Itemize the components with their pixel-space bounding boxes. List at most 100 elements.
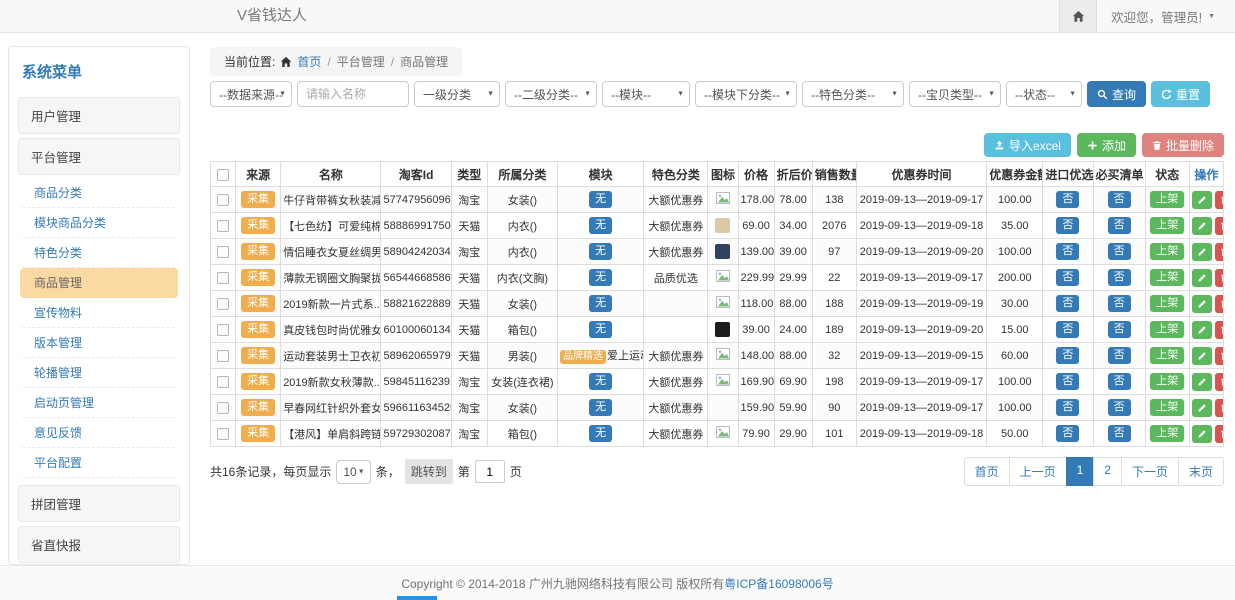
status-badge[interactable]: 上架 [1150, 321, 1184, 338]
batch-delete-button[interactable]: 批量删除 [1142, 133, 1224, 157]
module-badge[interactable]: 无 [589, 295, 612, 312]
sidebar-item[interactable]: 版本管理 [20, 328, 178, 358]
data-source-select[interactable]: --数据来源--▼ [210, 81, 292, 107]
must-buy-toggle[interactable]: 否 [1108, 295, 1131, 312]
row-checkbox[interactable] [217, 194, 229, 206]
must-buy-toggle[interactable]: 否 [1108, 425, 1131, 442]
edit-button[interactable] [1192, 347, 1212, 365]
sidebar-item[interactable]: 模块商品分类 [20, 208, 178, 238]
import-select-toggle[interactable]: 否 [1056, 399, 1079, 416]
delete-button[interactable] [1215, 269, 1224, 287]
delete-button[interactable] [1215, 217, 1224, 235]
user-menu[interactable]: 欢迎您，管理员! ▼ [1097, 0, 1235, 32]
name-search-input[interactable] [297, 81, 409, 107]
status-badge[interactable]: 上架 [1150, 347, 1184, 364]
module-badge[interactable]: 无 [589, 243, 612, 260]
must-buy-toggle[interactable]: 否 [1108, 373, 1131, 390]
module-badge[interactable]: 无 [589, 269, 612, 286]
status-badge[interactable]: 上架 [1150, 269, 1184, 286]
sidebar-section-header[interactable]: 拼团管理 [18, 485, 180, 522]
import-select-toggle[interactable]: 否 [1056, 425, 1079, 442]
delete-button[interactable] [1215, 373, 1224, 391]
row-checkbox[interactable] [217, 376, 229, 388]
delete-button[interactable] [1215, 347, 1224, 365]
sidebar-item[interactable]: 平台配置 [20, 448, 178, 478]
edit-button[interactable] [1192, 243, 1212, 261]
status-badge[interactable]: 上架 [1150, 217, 1184, 234]
sidebar-item[interactable]: 特色分类 [20, 238, 178, 268]
home-button[interactable] [1059, 0, 1097, 32]
import-select-toggle[interactable]: 否 [1056, 269, 1079, 286]
level2-category-select[interactable]: --二级分类--▼ [505, 81, 597, 107]
per-page-select[interactable]: 10 ▼ [336, 460, 370, 484]
status-select[interactable]: --状态--▼ [1006, 81, 1082, 107]
module-badge[interactable]: 品牌精选 [560, 350, 606, 364]
sidebar-item[interactable]: 商品管理 [20, 268, 178, 298]
jump-button[interactable]: 跳转到 [405, 459, 453, 484]
page-button[interactable]: 上一页 [1009, 457, 1067, 486]
module-badge[interactable]: 无 [589, 373, 612, 390]
level1-category-select[interactable]: 一级分类▼ [414, 81, 500, 107]
sidebar-item[interactable]: 轮播管理 [20, 358, 178, 388]
status-badge[interactable]: 上架 [1150, 295, 1184, 312]
delete-button[interactable] [1215, 399, 1224, 417]
page-button[interactable]: 2 [1093, 457, 1122, 486]
select-all-checkbox[interactable] [217, 169, 229, 181]
module-badge[interactable]: 无 [589, 191, 612, 208]
edit-button[interactable] [1192, 425, 1212, 443]
row-checkbox[interactable] [217, 246, 229, 258]
sidebar-item[interactable]: 商品分类 [20, 178, 178, 208]
sidebar-section-header[interactable]: 用户管理 [18, 97, 180, 134]
row-checkbox[interactable] [217, 220, 229, 232]
module-select[interactable]: --模块--▼ [602, 81, 690, 107]
row-checkbox[interactable] [217, 298, 229, 310]
breadcrumb-home-link[interactable]: 首页 [297, 53, 321, 70]
feature-category-select[interactable]: --特色分类--▼ [802, 81, 904, 107]
reset-button[interactable]: 重置 [1151, 81, 1210, 107]
import-select-toggle[interactable]: 否 [1056, 373, 1079, 390]
status-badge[interactable]: 上架 [1150, 425, 1184, 442]
page-button[interactable]: 1 [1066, 457, 1095, 486]
module-subcategory-select[interactable]: --模块下分类--▼ [695, 81, 797, 107]
status-badge[interactable]: 上架 [1150, 373, 1184, 390]
edit-button[interactable] [1192, 295, 1212, 313]
jump-page-input[interactable] [475, 460, 505, 483]
sidebar-item[interactable]: 意见反馈 [20, 418, 178, 448]
edit-button[interactable] [1192, 399, 1212, 417]
edit-button[interactable] [1192, 321, 1212, 339]
import-select-toggle[interactable]: 否 [1056, 191, 1079, 208]
edit-button[interactable] [1192, 269, 1212, 287]
import-select-toggle[interactable]: 否 [1056, 321, 1079, 338]
row-checkbox[interactable] [217, 402, 229, 414]
page-button[interactable]: 下一页 [1121, 457, 1179, 486]
edit-button[interactable] [1192, 217, 1212, 235]
import-select-toggle[interactable]: 否 [1056, 295, 1079, 312]
row-checkbox[interactable] [217, 350, 229, 362]
sidebar-item[interactable]: 宣传物料 [20, 298, 178, 328]
icp-link[interactable]: 粤ICP备16098006号 [724, 575, 833, 592]
page-button[interactable]: 末页 [1178, 457, 1224, 486]
delete-button[interactable] [1215, 191, 1224, 209]
import-select-toggle[interactable]: 否 [1056, 347, 1079, 364]
sidebar-section-header[interactable]: 省直快报 [18, 526, 180, 563]
status-badge[interactable]: 上架 [1150, 191, 1184, 208]
sidebar-item[interactable]: 启动页管理 [20, 388, 178, 418]
row-checkbox[interactable] [217, 428, 229, 440]
import-select-toggle[interactable]: 否 [1056, 217, 1079, 234]
add-button[interactable]: 添加 [1077, 133, 1136, 157]
module-badge[interactable]: 无 [589, 425, 612, 442]
module-badge[interactable]: 无 [589, 217, 612, 234]
delete-button[interactable] [1215, 321, 1224, 339]
must-buy-toggle[interactable]: 否 [1108, 321, 1131, 338]
import-select-toggle[interactable]: 否 [1056, 243, 1079, 260]
must-buy-toggle[interactable]: 否 [1108, 217, 1131, 234]
row-checkbox[interactable] [217, 324, 229, 336]
must-buy-toggle[interactable]: 否 [1108, 399, 1131, 416]
must-buy-toggle[interactable]: 否 [1108, 269, 1131, 286]
row-checkbox[interactable] [217, 272, 229, 284]
sidebar-section-header[interactable]: 平台管理 [18, 138, 180, 175]
import-excel-button[interactable]: 导入excel [984, 133, 1071, 157]
module-badge[interactable]: 无 [589, 321, 612, 338]
module-badge[interactable]: 无 [589, 399, 612, 416]
status-badge[interactable]: 上架 [1150, 243, 1184, 260]
